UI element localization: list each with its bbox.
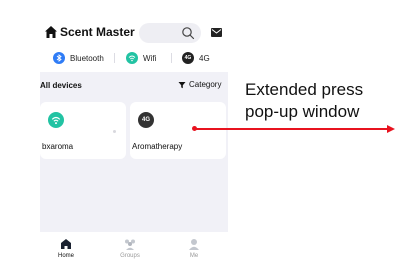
wifi-icon [126, 52, 138, 64]
4g-filter[interactable]: 4G 4G [182, 50, 210, 66]
device-card[interactable]: bxaroma [40, 102, 126, 159]
home-icon [45, 26, 57, 38]
wifi-icon [48, 112, 64, 128]
wifi-filter[interactable]: Wifi [126, 50, 156, 66]
filter-icon [178, 81, 186, 88]
phone-screen: Scent Master Bluetooth Wifi 4G 4G All de… [40, 0, 228, 268]
annotation-arrow [193, 128, 389, 130]
bluetooth-filter[interactable]: Bluetooth [53, 50, 104, 66]
device-name: Aromatherapy [132, 142, 183, 151]
all-devices-title: All devices [40, 81, 82, 90]
tab-groups[interactable]: Groups [110, 232, 150, 268]
divider [114, 53, 115, 63]
tab-home[interactable]: Home [46, 232, 86, 268]
tab-label: Home [57, 253, 74, 259]
app-title: Scent Master [60, 25, 135, 39]
annotation-text: Extended press pop-up window [245, 79, 363, 123]
mail-icon[interactable] [211, 28, 222, 37]
tab-label: Me [189, 253, 199, 259]
category-label: Category [189, 80, 222, 89]
tab-label: Groups [120, 253, 140, 259]
divider [171, 53, 172, 63]
tab-me[interactable]: Me [174, 232, 214, 268]
bluetooth-label: Bluetooth [70, 53, 104, 63]
bluetooth-icon [53, 52, 65, 64]
me-tab-icon [189, 239, 199, 250]
app-header: Scent Master [40, 22, 228, 44]
annotation-line-2: pop-up window [245, 102, 360, 121]
home-tab-icon [61, 239, 71, 249]
groups-tab-icon [125, 239, 135, 250]
4g-icon: 4G [138, 112, 154, 128]
arrow-head-icon [387, 125, 395, 133]
4g-label: 4G [199, 53, 210, 63]
status-dot [113, 130, 116, 133]
device-card[interactable]: 4G Aromatherapy [130, 102, 226, 159]
search-icon[interactable] [181, 26, 195, 40]
wifi-label: Wifi [143, 53, 157, 63]
annotation-line-1: Extended press [245, 80, 364, 99]
search-bar[interactable] [139, 23, 201, 43]
4g-icon: 4G [182, 52, 194, 64]
category-button[interactable]: Category [178, 80, 221, 89]
device-name: bxaroma [42, 142, 74, 151]
bottom-tab-bar: Home Groups Me [40, 232, 228, 268]
